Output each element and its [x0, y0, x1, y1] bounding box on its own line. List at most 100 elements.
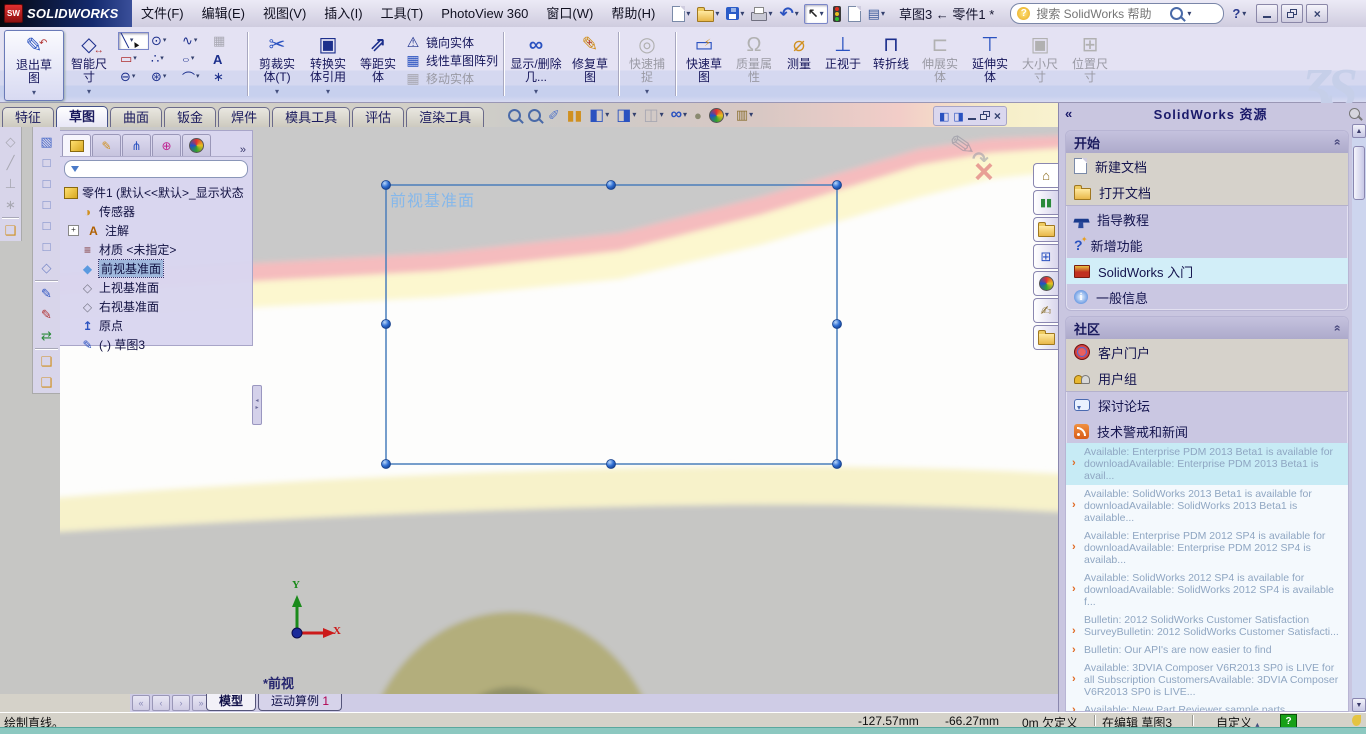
smart-dimension-button[interactable]: ◇ ↔ 智能尺寸 ▾	[64, 30, 114, 98]
view-palette-tab[interactable]: ⊞	[1033, 244, 1058, 269]
convert-entities-button[interactable]: ▣ 转换实体引用 ▾	[303, 30, 353, 98]
dropdown-arrow-icon[interactable]: ▾	[1187, 9, 1191, 18]
hide-show-items-button[interactable]: ∞ ▾	[671, 106, 687, 124]
customer-portal-link[interactable]: 客户门户	[1066, 339, 1348, 365]
tree-item-front-plane[interactable]: ◆ 前视基准面	[64, 259, 252, 278]
tab-sheet-metal[interactable]: 钣金	[164, 107, 217, 127]
user-groups-link[interactable]: 用户组	[1066, 365, 1348, 391]
general-info-link[interactable]: i 一般信息	[1066, 284, 1348, 310]
new-document-link[interactable]: 新建文档	[1066, 153, 1348, 179]
mirror-entities-button[interactable]: ⚠ 镜向实体	[405, 34, 498, 51]
solidworks-resources-tab[interactable]: ⌂	[1033, 163, 1058, 188]
arc-tool-button[interactable]: ⌒ ▾	[180, 68, 211, 86]
linear-pattern-button[interactable]: ▦ 线性草图阵列	[405, 52, 498, 69]
task-pane-scrollbar[interactable]: ▲ ▼	[1352, 124, 1366, 712]
offset-entities-button[interactable]: ⇗ 等距实体	[353, 30, 403, 84]
normal-to-button[interactable]: ⊥ 正视于	[819, 30, 867, 71]
tab-weldments[interactable]: 焊件	[218, 107, 271, 127]
graphics-viewport[interactable]: 前视基准面 *前视 Y X ✎ ↷ × ◂ ▸ ✎ ⋔ ⊕ » 零件1 (默认<…	[60, 127, 1058, 694]
search-icon[interactable]	[1170, 7, 1184, 20]
tab-sketch[interactable]: 草图	[56, 106, 109, 127]
collapse-up-chevron-icon[interactable]: »	[1330, 139, 1344, 146]
view-front-button[interactable]: ▧	[33, 131, 60, 152]
display-delete-relations-button[interactable]: ∞ 显示/删除几... ▾	[507, 30, 565, 98]
view-right-button[interactable]: □	[33, 194, 60, 215]
news-item[interactable]: › Available: New Part Reviewer sample par…	[1066, 701, 1348, 711]
tree-root-part[interactable]: 零件1 (默认<<默认>_显示状态	[64, 183, 252, 202]
select-tool-button[interactable]: ↖ ▾	[803, 3, 828, 24]
rebuild-button[interactable]	[831, 5, 843, 23]
menu-help[interactable]: 帮助(H)	[602, 0, 664, 27]
line-tool-button[interactable]: ╲ ▾ ▲	[118, 32, 149, 51]
save-button[interactable]: ▾	[724, 6, 746, 21]
scroll-down-button[interactable]: ▼	[1352, 698, 1366, 712]
circle-tool-button[interactable]: ⊙ ▾	[149, 32, 180, 50]
restore-button[interactable]	[1281, 4, 1304, 23]
view-top-button[interactable]: □	[33, 215, 60, 236]
tab-evaluate[interactable]: 评估	[352, 107, 405, 127]
news-item[interactable]: › Available: Enterprise PDM 2013 Beta1 is…	[1066, 443, 1348, 485]
dropdown-arrow-icon[interactable]: ▾	[740, 9, 744, 18]
configuration-manager-tab[interactable]: ⋔	[122, 134, 151, 156]
more-tabs-chevron-icon[interactable]: »	[240, 144, 250, 156]
expand-plus-icon[interactable]: +	[68, 225, 79, 236]
dimxpert-manager-tab[interactable]: ⊕	[152, 134, 181, 156]
motion-study-tab[interactable]: 运动算例 1	[258, 694, 343, 711]
swap-arrows-button[interactable]: ⇄	[33, 325, 60, 346]
help-button[interactable]: ? ▾	[1232, 6, 1246, 21]
community-section-header[interactable]: 社区 »	[1066, 317, 1348, 339]
dropdown-arrow-icon[interactable]: ▾	[795, 9, 799, 18]
tree-item-right-plane[interactable]: ◇ 右视基准面	[64, 297, 252, 316]
component-tool-button[interactable]: ❑	[33, 372, 60, 393]
feature-manager-tab[interactable]	[62, 134, 91, 156]
tab-surfaces[interactable]: 曲面	[110, 107, 163, 127]
getting-started-link[interactable]: SolidWorks 入门	[1066, 258, 1348, 284]
rapid-sketch-button[interactable]: ▭ ⚡ 快速草图	[679, 30, 729, 84]
dropdown-arrow-icon[interactable]: ▾	[534, 85, 538, 98]
appearances-scenes-tab[interactable]	[1033, 271, 1058, 296]
dropdown-arrow-icon[interactable]: ▾	[881, 9, 885, 18]
minimize-button[interactable]	[1256, 4, 1279, 23]
menu-file[interactable]: 文件(F)	[132, 0, 193, 27]
search-box[interactable]: ? ▾	[1010, 3, 1225, 24]
panel-splitter-handle[interactable]: ◂ ▸	[252, 385, 262, 425]
point-tool-button[interactable]: ∗	[211, 68, 242, 86]
dropdown-arrow-icon[interactable]: ▾	[87, 85, 91, 98]
tree-filter-box[interactable]	[64, 160, 248, 178]
tree-item-material[interactable]: ≡ 材质 <未指定>	[64, 240, 252, 259]
news-item[interactable]: › Available: Enterprise PDM 2012 SP4 is a…	[1066, 527, 1348, 569]
view-left-button[interactable]: □	[33, 173, 60, 194]
scrollbar-thumb[interactable]	[1353, 146, 1365, 200]
measure-button[interactable]: ⌀ 测量	[779, 30, 819, 71]
collapse-chevron-icon[interactable]: «	[1065, 106, 1072, 121]
open-document-link[interactable]: 打开文档	[1066, 179, 1348, 205]
news-item[interactable]: › Bulletin: 2012 SolidWorks Customer Sati…	[1066, 611, 1348, 641]
tab-scroll-first-button[interactable]: «	[132, 695, 150, 711]
file-explorer-tab[interactable]	[1033, 217, 1058, 242]
dropdown-arrow-icon[interactable]: ▾	[686, 9, 690, 18]
exit-sketch-button[interactable]: ✎ ↶ 退出草图 ▾	[4, 30, 64, 101]
news-item[interactable]: › Available: SolidWorks 2012 SP4 is avail…	[1066, 569, 1348, 611]
tree-item-sensors[interactable]: ◑ 传感器	[64, 202, 252, 221]
display-style-button[interactable]: ◫ ▾	[643, 105, 663, 125]
tutorials-link[interactable]: 指导教程	[1066, 206, 1348, 232]
component-tool-button[interactable]: ❑	[33, 351, 60, 372]
view-back-button[interactable]: □	[33, 152, 60, 173]
whats-new-link[interactable]: ?新增功能	[1066, 232, 1348, 258]
dropdown-arrow-icon[interactable]: ▾	[275, 85, 279, 98]
news-item[interactable]: › Bulletin: Our API's are now easier to f…	[1066, 641, 1348, 659]
start-section-header[interactable]: 开始 »	[1066, 131, 1348, 153]
dropdown-arrow-icon[interactable]: ▾	[32, 86, 36, 99]
tab-scroll-prev-button[interactable]: ‹	[152, 695, 170, 711]
open-document-button[interactable]: ▾	[695, 5, 721, 23]
zoom-fit-button[interactable]	[508, 108, 521, 122]
close-button[interactable]: ×	[1306, 4, 1329, 23]
sketch-button[interactable]: ✎	[33, 283, 60, 304]
doc-close-button[interactable]: ×	[994, 109, 1001, 123]
text-tool-button[interactable]: A	[211, 50, 242, 68]
resize-grip[interactable]	[1352, 715, 1361, 726]
file-properties-button[interactable]	[846, 5, 863, 23]
tab-render-tools[interactable]: 渲染工具	[406, 107, 485, 127]
design-library-tab[interactable]: ▮▮	[1033, 190, 1058, 215]
3d-drawing-view-button[interactable]: ▮▮	[567, 107, 582, 124]
